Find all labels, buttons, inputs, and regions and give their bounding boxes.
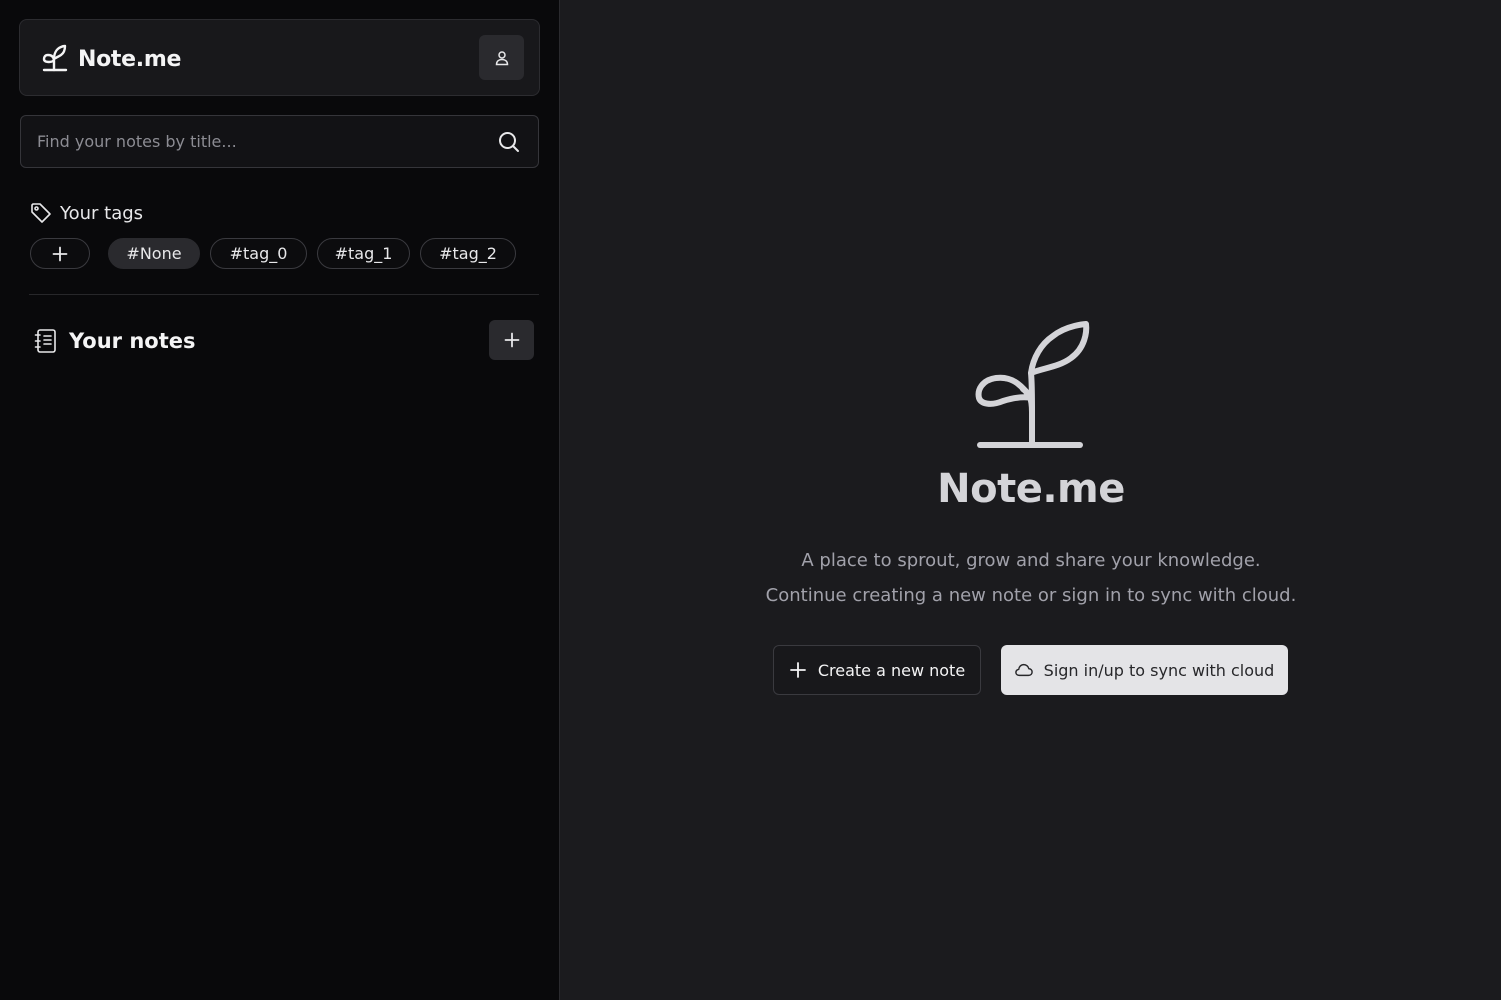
hero-subtitle: Continue creating a new note or sign in … — [765, 585, 1297, 606]
app-root: Note.me Your tags — [0, 0, 1501, 1000]
divider — [29, 294, 539, 295]
create-note-button[interactable]: Create a new note — [773, 645, 981, 695]
tag-chip-label: #tag_2 — [439, 244, 497, 263]
search-input[interactable] — [22, 117, 482, 166]
plus-icon — [504, 332, 519, 348]
notebook-icon — [34, 329, 56, 353]
sprout-icon — [42, 44, 68, 72]
notes-header: Your notes — [34, 326, 195, 356]
search-box — [20, 115, 539, 168]
add-note-button[interactable] — [489, 320, 534, 360]
user-button[interactable] — [479, 35, 524, 80]
sidebar: Note.me Your tags — [0, 0, 560, 1000]
cloud-icon — [1014, 663, 1033, 677]
brand-name: Note.me — [78, 47, 182, 72]
tag-chip-label: #tag_0 — [229, 244, 288, 263]
tag-chip-tag-2[interactable]: #tag_2 — [420, 238, 516, 269]
tag-chip-tag-1[interactable]: #tag_1 — [317, 238, 410, 269]
plus-icon — [52, 246, 68, 261]
tag-chip-label: #None — [126, 244, 182, 263]
sign-in-sync-button[interactable]: Sign in/up to sync with cloud — [1001, 645, 1288, 695]
brand-card: Note.me — [19, 19, 540, 96]
tag-icon — [31, 203, 51, 223]
add-tag-button[interactable] — [30, 238, 90, 269]
tag-chip-none[interactable]: #None — [108, 238, 200, 269]
search-icon[interactable] — [498, 131, 520, 153]
user-icon — [495, 50, 508, 65]
tag-chip-tag-0[interactable]: #tag_0 — [210, 238, 307, 269]
sprout-icon — [975, 321, 1090, 448]
sign-in-sync-label: Sign in/up to sync with cloud — [1043, 660, 1275, 680]
tags-header: Your tags — [30, 201, 143, 225]
hero-title: Note.me — [937, 466, 1125, 512]
main-content: Note.me A place to sprout, grow and shar… — [561, 0, 1501, 1000]
hero-tagline: A place to sprout, grow and share your k… — [801, 550, 1261, 571]
create-note-label: Create a new note — [817, 660, 966, 680]
tags-title: Your tags — [60, 202, 144, 224]
notes-title: Your notes — [69, 329, 196, 353]
tag-chip-label: #tag_1 — [334, 244, 393, 263]
plus-icon — [789, 662, 806, 678]
